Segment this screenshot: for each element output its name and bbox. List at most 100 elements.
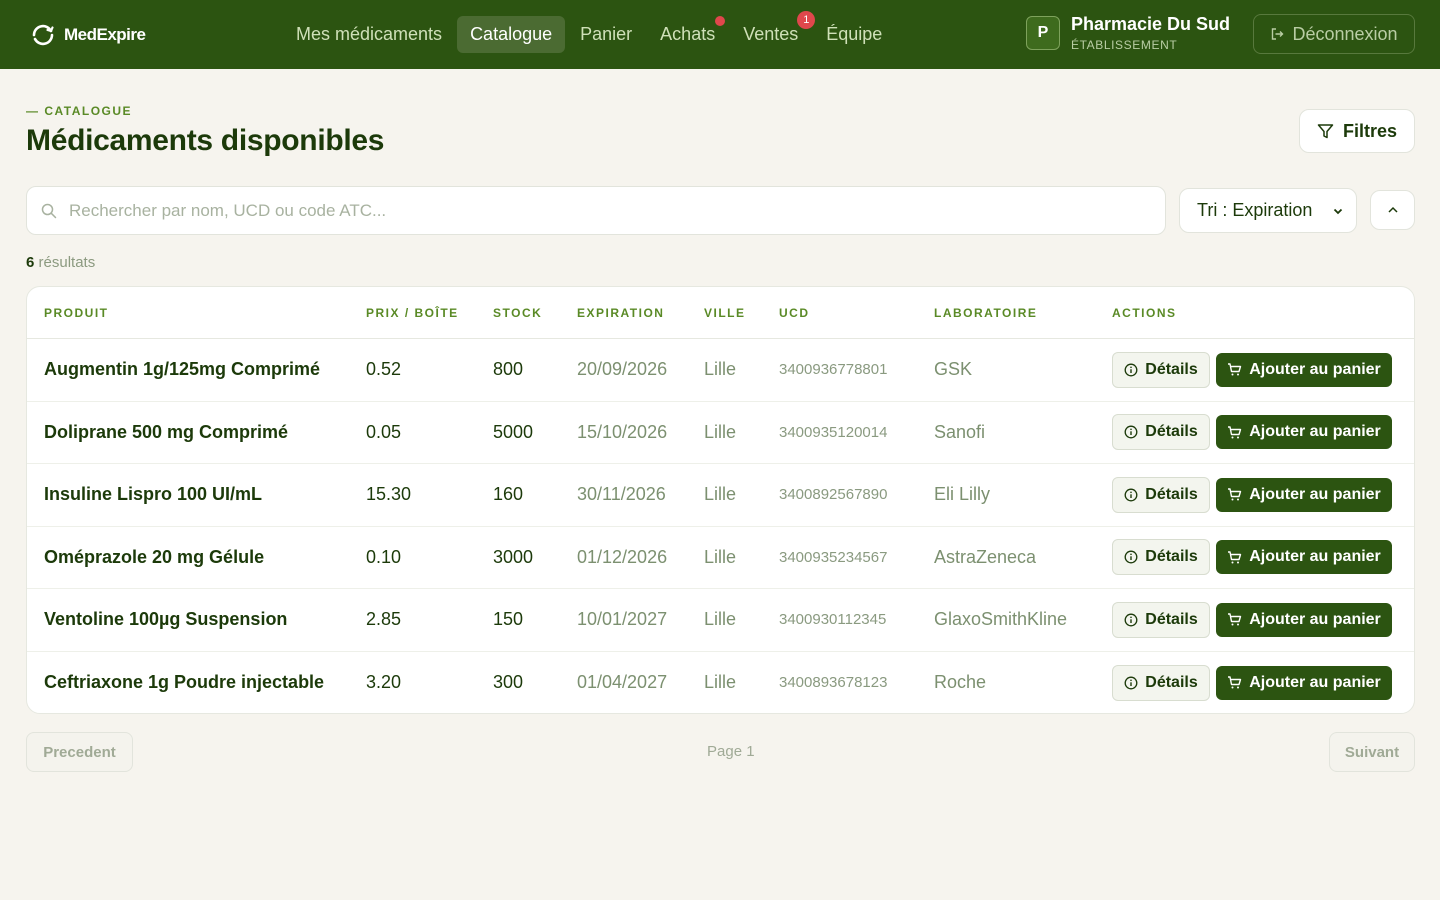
cell-expiration: 30/11/2026 [577,484,666,505]
notification-dot [715,16,726,26]
cell-actions: Détails Ajouter au panier [1112,414,1392,451]
filters-label: Filtres [1342,120,1398,141]
details-button[interactable]: Détails [1112,414,1210,451]
nav-ventes[interactable]: Ventes 1 [730,11,816,53]
cell-product: Oméprazole 20 mg Gélule [44,546,265,567]
nav-label: Ventes [743,24,799,44]
cell-ucd: 3400892567890 [779,486,888,504]
details-button[interactable]: Détails [1112,476,1210,513]
cell-expiration: 10/01/2027 [577,609,668,630]
nav-mes-medicaments[interactable]: Mes médicaments [283,16,455,53]
main-nav: Mes médicaments Catalogue Panier Achats … [283,11,895,53]
cell-expiration: 15/10/2026 [577,421,668,442]
add-to-cart-button[interactable]: Ajouter au panier [1216,415,1392,450]
details-button[interactable]: Détails [1112,351,1210,388]
cell-city: Lille [704,546,737,567]
previous-label: Precedent [43,743,116,761]
info-icon [1124,550,1138,564]
details-button[interactable]: Détails [1112,664,1210,701]
next-page-button[interactable]: Suivant [1329,732,1415,772]
search-input[interactable] [69,200,1149,221]
medications-table: PRODUIT PRIX / BOÎTE STOCK EXPIRATION VI… [26,286,1415,714]
logout-icon [1272,28,1284,40]
cart-icon [1228,488,1242,501]
header-ville: VILLE [704,305,746,320]
cell-price: 0.10 [366,546,402,567]
nav-achats[interactable]: Achats [647,16,728,53]
add-to-cart-label: Ajouter au panier [1249,548,1381,566]
nav-label: Achats [660,24,716,44]
cell-expiration: 20/09/2026 [577,359,668,380]
cell-ucd: 3400930112345 [779,611,887,629]
add-to-cart-label: Ajouter au panier [1249,673,1381,691]
chevron-down-icon [1333,208,1343,214]
nav-label: Catalogue [470,24,553,44]
cart-icon [1228,426,1242,439]
table-row: Oméprazole 20 mg Gélule 0.10 3000 01/12/… [27,527,1414,589]
filters-button[interactable]: Filtres [1299,109,1415,153]
cart-icon [1228,363,1242,376]
brand-name: MedExpire [64,24,146,44]
details-button[interactable]: Détails [1112,539,1210,576]
cell-actions: Détails Ajouter au panier [1112,601,1392,638]
add-to-cart-button[interactable]: Ajouter au panier [1216,477,1392,512]
cell-ucd: 3400893678123 [779,674,888,692]
info-icon [1124,488,1138,502]
cell-price: 15.30 [366,484,412,505]
details-button[interactable]: Détails [1112,601,1210,638]
info-icon [1124,425,1138,439]
search-icon [41,203,57,218]
user-profile[interactable]: P Pharmacie Du Sud ÉTABLISSEMENT [1026,14,1230,52]
brand-logo[interactable]: MedExpire [30,22,280,48]
header-produit: PRODUIT [44,305,109,320]
cell-lab: GlaxoSmithKline [934,609,1068,630]
add-to-cart-button[interactable]: Ajouter au panier [1216,352,1392,387]
add-to-cart-label: Ajouter au panier [1249,485,1381,503]
chevron-up-icon [1387,206,1398,213]
previous-page-button[interactable]: Precedent [26,732,133,772]
top-navbar: MedExpire Mes médicaments Catalogue Pani… [0,0,1440,69]
cell-stock: 800 [493,359,524,380]
details-label: Détails [1145,423,1198,441]
cell-city: Lille [704,421,737,442]
header-ucd: UCD [779,305,810,320]
table-row: Insuline Lispro 100 UI/mL 15.30 160 30/1… [27,464,1414,527]
table-row: Ceftriaxone 1g Poudre injectable 3.20 30… [27,652,1414,714]
details-label: Détails [1145,673,1198,691]
logout-button[interactable]: Déconnexion [1253,14,1415,54]
cell-city: Lille [704,359,737,380]
cell-stock: 300 [493,672,524,693]
add-to-cart-button[interactable]: Ajouter au panier [1216,602,1392,637]
add-to-cart-button[interactable]: Ajouter au panier [1216,540,1392,575]
table-row: Ventoline 100µg Suspension 2.85 150 10/0… [27,589,1414,652]
nav-label: Panier [580,24,633,44]
cell-lab: Sanofi [934,421,986,442]
cell-actions: Détails Ajouter au panier [1112,351,1392,388]
add-to-cart-button[interactable]: Ajouter au panier [1216,665,1392,700]
cell-product: Ceftriaxone 1g Poudre injectable [44,672,325,693]
add-to-cart-label: Ajouter au panier [1249,360,1381,378]
avatar: P [1026,16,1060,50]
sort-select[interactable]: Tri : Expiration [1179,188,1357,233]
cell-lab: GSK [934,359,973,380]
sort-direction-button[interactable] [1370,190,1415,230]
next-label: Suivant [1344,743,1400,761]
cell-price: 2.85 [366,609,402,630]
info-icon [1124,613,1138,627]
nav-catalogue[interactable]: Catalogue [457,16,566,53]
page-title: Médicaments disponibles [26,124,385,157]
nav-equipe[interactable]: Équipe [813,16,895,53]
cell-stock: 5000 [493,421,534,442]
header-stock: STOCK [493,305,543,320]
result-count-label: résultats [38,254,96,271]
table-row: Augmentin 1g/125mg Comprimé 0.52 800 20/… [27,339,1414,402]
table-row: Doliprane 500 mg Comprimé 0.05 5000 15/1… [27,402,1414,464]
cell-expiration: 01/04/2027 [577,672,668,693]
logout-label: Déconnexion [1292,23,1398,44]
sort-label: Tri : Expiration [1197,200,1313,220]
cell-stock: 150 [493,609,524,630]
cell-product: Augmentin 1g/125mg Comprimé [44,359,321,380]
cell-price: 3.20 [366,672,402,693]
cell-product: Doliprane 500 mg Comprimé [44,421,289,442]
nav-panier[interactable]: Panier [567,16,645,53]
